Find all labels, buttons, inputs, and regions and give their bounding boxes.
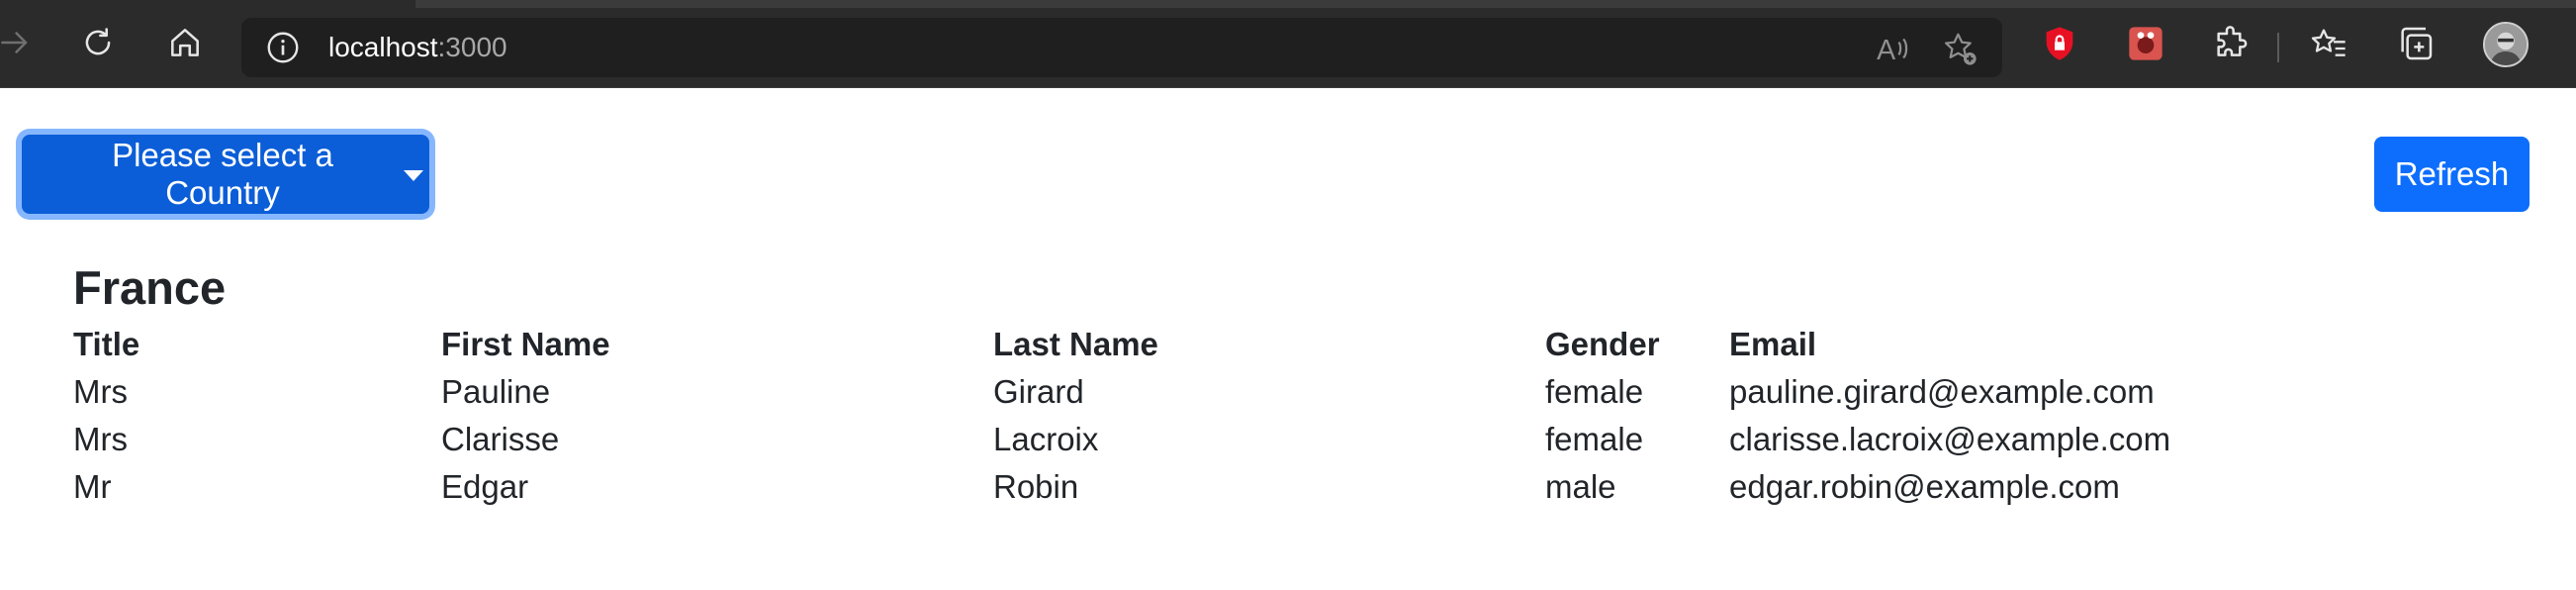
- table-row: Mr Edgar Robin male edgar.robin@example.…: [73, 463, 2224, 511]
- cell-email: clarisse.lacroix@example.com: [1729, 421, 2171, 457]
- cell-last-name: Lacroix: [993, 421, 1099, 457]
- cell-email: edgar.robin@example.com: [1729, 468, 2120, 505]
- cell-first-name: Edgar: [441, 468, 529, 505]
- forward-arrow-icon[interactable]: [0, 20, 38, 65]
- red-bug-extension-icon[interactable]: [2126, 24, 2165, 63]
- cell-last-name: Robin: [993, 468, 1079, 505]
- country-heading: France: [73, 261, 227, 314]
- red-shield-extension-icon[interactable]: [2040, 24, 2079, 63]
- cell-title: Mr: [73, 468, 112, 505]
- column-header-email: Email: [1729, 326, 1817, 362]
- refresh-button[interactable]: Refresh: [2374, 137, 2530, 212]
- cell-title: Mrs: [73, 373, 128, 410]
- cell-gender: female: [1545, 421, 1644, 457]
- cell-gender: male: [1545, 468, 1616, 505]
- cell-first-name: Clarisse: [441, 421, 560, 457]
- home-icon[interactable]: [162, 20, 208, 65]
- cell-first-name: Pauline: [441, 373, 551, 410]
- cell-title: Mrs: [73, 421, 128, 457]
- url-text[interactable]: localhost:3000: [328, 18, 507, 77]
- profile-avatar[interactable]: [2483, 22, 2529, 67]
- cell-gender: female: [1545, 373, 1644, 410]
- puzzle-icon[interactable]: [2212, 24, 2252, 63]
- cell-email: pauline.girard@example.com: [1729, 373, 2155, 410]
- favorites-icon[interactable]: [2309, 24, 2348, 63]
- info-icon[interactable]: [265, 30, 301, 65]
- svg-text:A: A: [1877, 35, 1895, 66]
- country-select-dropdown[interactable]: Please select a Country: [22, 135, 429, 214]
- column-header-gender: Gender: [1545, 326, 1660, 362]
- cell-last-name: Girard: [993, 373, 1084, 410]
- reload-icon[interactable]: [75, 20, 121, 65]
- browser-toolbar: localhost:3000 A: [0, 0, 2576, 88]
- read-aloud-icon[interactable]: A: [1874, 30, 1911, 67]
- column-header-first-name: First Name: [441, 326, 610, 362]
- url-host: localhost: [328, 32, 438, 62]
- table-row: Mrs Pauline Girard female pauline.girard…: [73, 368, 2224, 416]
- toolbar-divider: [2277, 33, 2279, 62]
- caret-down-icon: [404, 169, 423, 181]
- url-port: :3000: [437, 32, 507, 62]
- add-favorite-icon[interactable]: [1941, 30, 1978, 67]
- people-table: Title First Name Last Name Gender Email …: [73, 321, 2224, 511]
- address-bar[interactable]: localhost:3000 A: [241, 18, 2002, 77]
- tab-strip: [415, 0, 2576, 8]
- column-header-title: Title: [73, 326, 140, 362]
- table-row: Mrs Clarisse Lacroix female clarisse.lac…: [73, 416, 2224, 463]
- page-content: Please select a Country Refresh France T…: [0, 88, 2576, 590]
- table-header-row: Title First Name Last Name Gender Email: [73, 321, 2224, 368]
- column-header-last-name: Last Name: [993, 326, 1158, 362]
- collections-icon[interactable]: [2396, 24, 2436, 63]
- country-select-label: Please select a Country: [112, 137, 333, 211]
